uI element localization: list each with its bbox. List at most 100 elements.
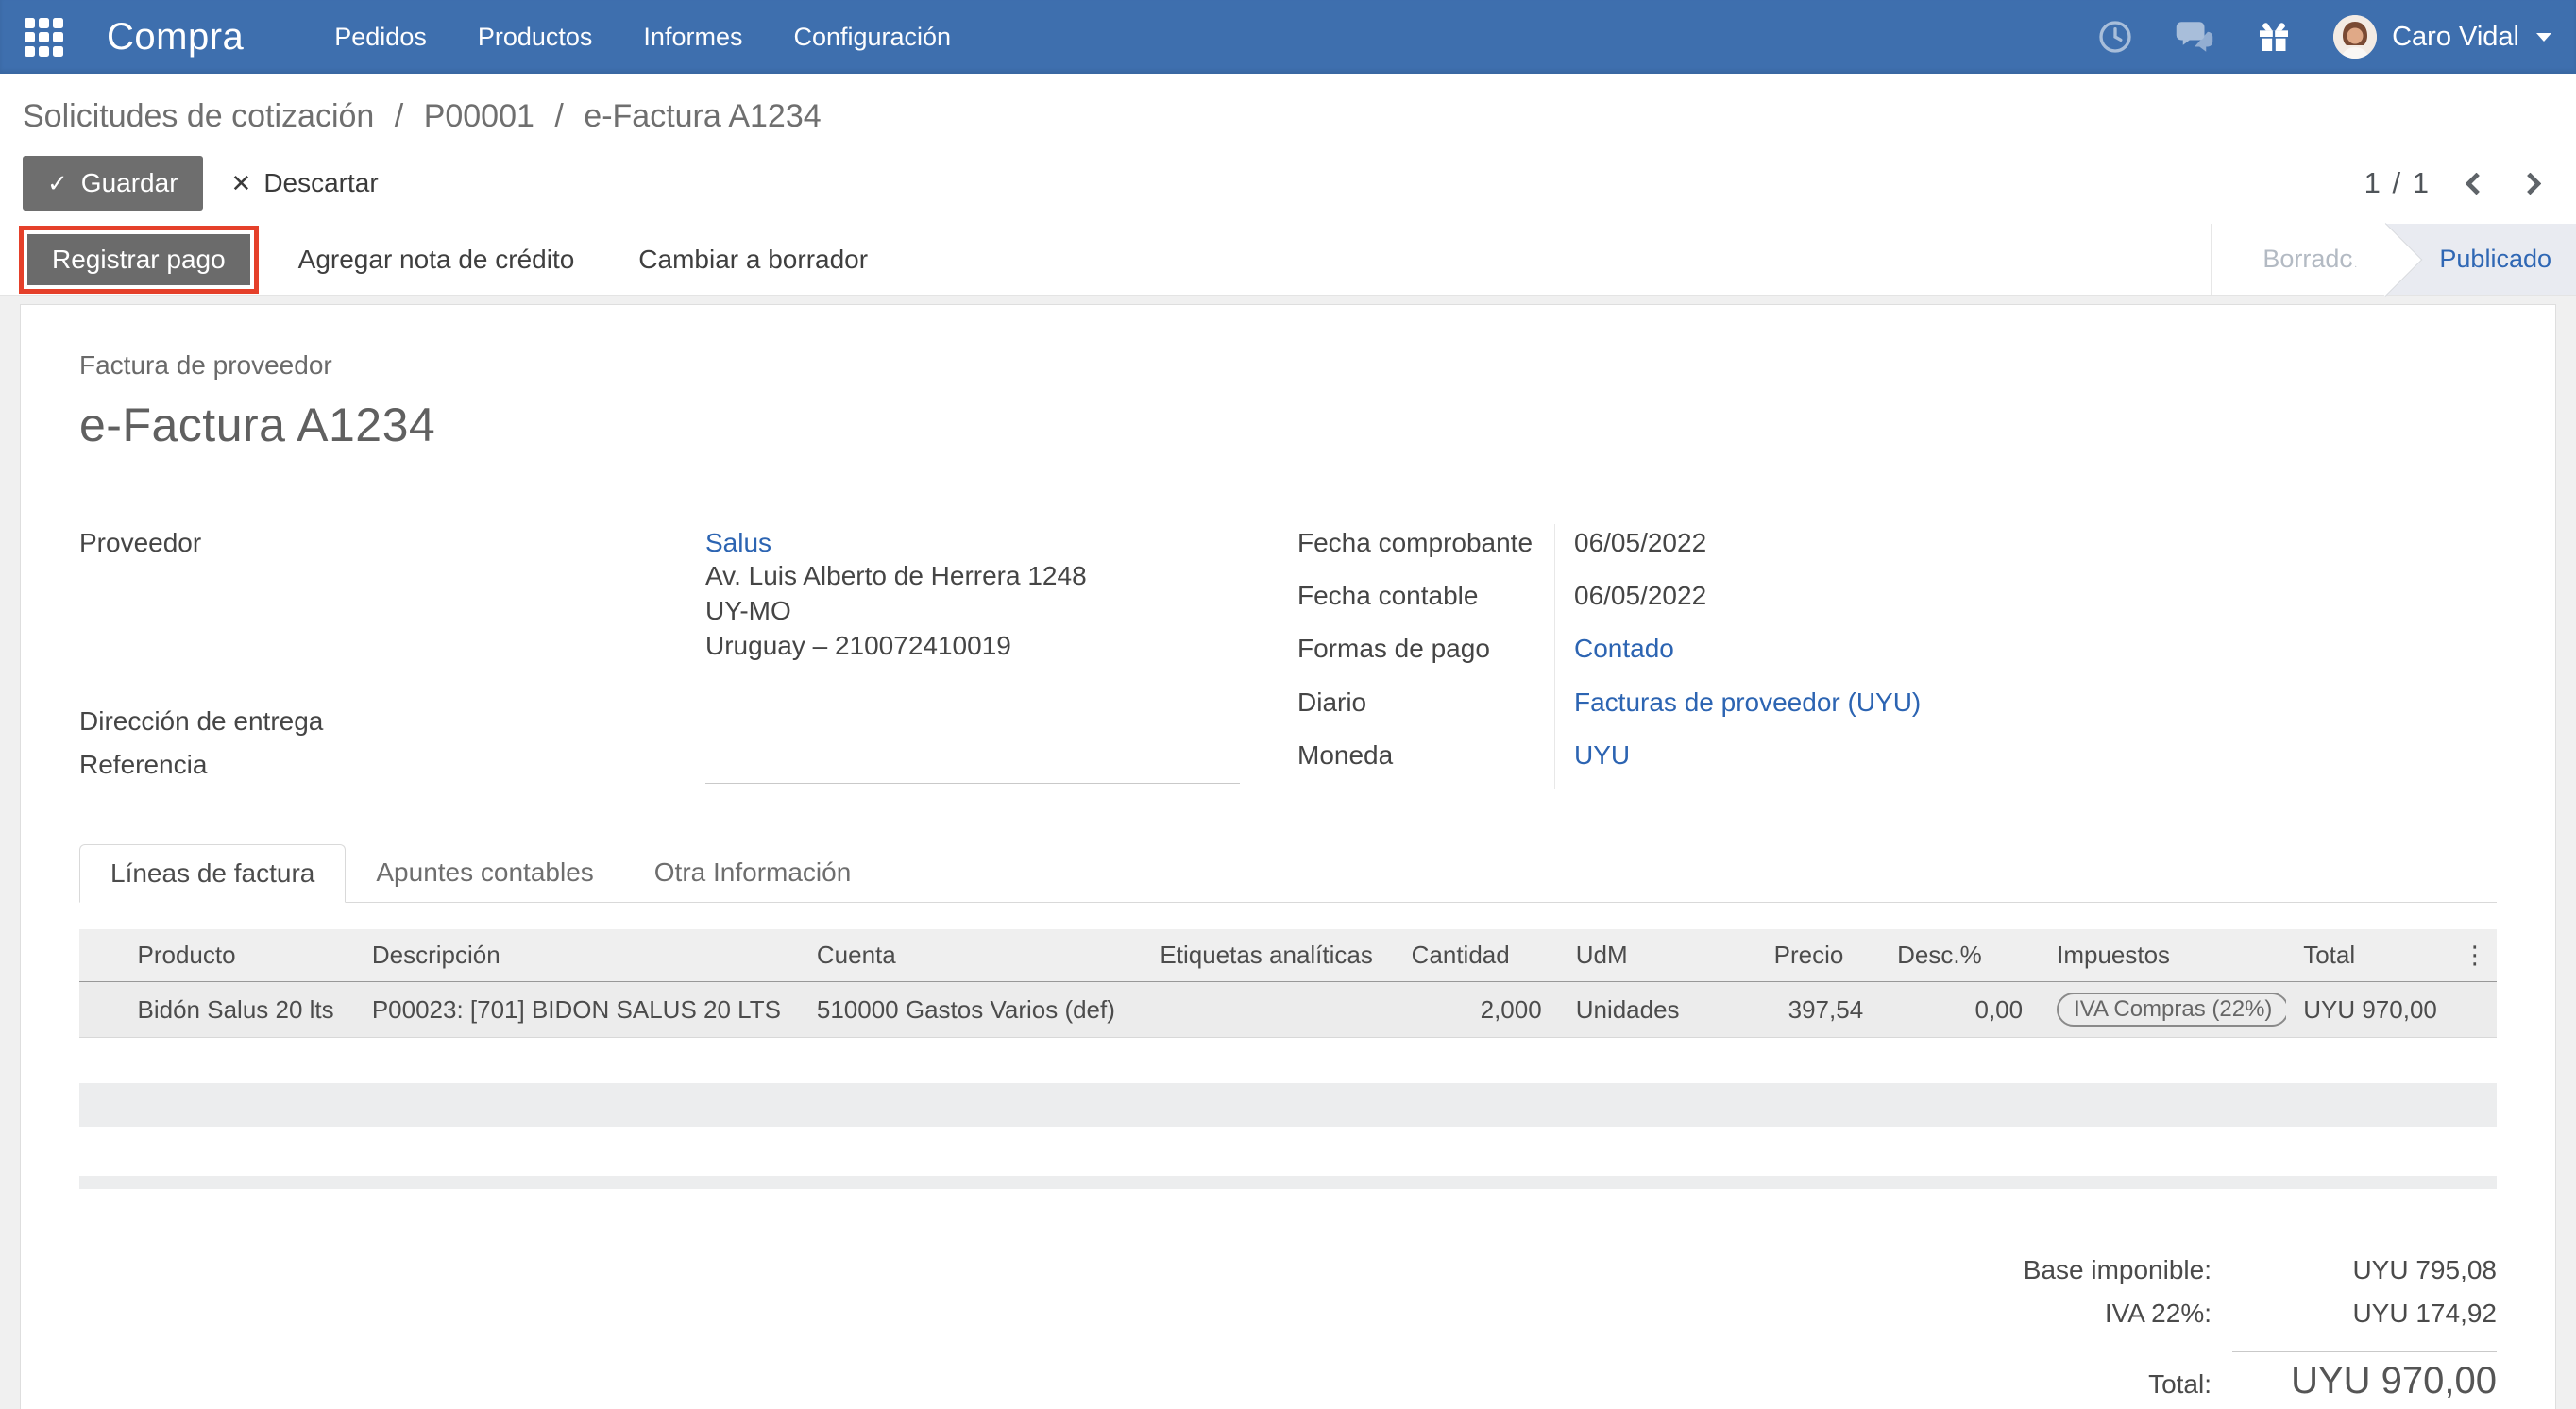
user-menu[interactable]: Caro Vidal (2333, 15, 2551, 59)
field-label-proveedor: Proveedor (79, 524, 686, 703)
col-etiquetas-analiticas: Etiquetas analíticas (1143, 929, 1394, 982)
save-button[interactable]: ✓ Guardar (23, 156, 203, 211)
chat-icon[interactable] (2175, 17, 2214, 57)
chevron-down-icon (2536, 33, 2551, 42)
pager-next-icon[interactable] (2518, 172, 2541, 195)
discard-button[interactable]: ✕ Descartar (231, 168, 379, 198)
field-value-referencia (686, 746, 1297, 789)
tab-apuntes-contables[interactable]: Apuntes contables (346, 844, 623, 902)
register-payment-button[interactable]: Registrar pago (27, 234, 250, 285)
row-handle-cell[interactable] (79, 982, 121, 1038)
col-precio: Precio (1757, 929, 1881, 982)
close-icon: ✕ (231, 169, 252, 198)
payment-terms-link[interactable]: Contado (1574, 634, 1674, 663)
cell-total: UYU 970,00 (2286, 982, 2453, 1038)
total-row-base-imponible: Base imponible: UYU 795,08 (2024, 1255, 2497, 1299)
field-label-formas-de-pago: Formas de pago (1297, 630, 1554, 683)
partner-address-line: Uruguay – 210072410019 (705, 628, 1297, 663)
field-group-left: Proveedor Salus Av. Luis Alberto de Herr… (79, 524, 1297, 789)
notebook-tabs: Líneas de factura Apuntes contables Otra… (79, 844, 2497, 903)
clock-icon[interactable] (2095, 17, 2135, 57)
field-groups: Proveedor Salus Av. Luis Alberto de Herr… (79, 524, 2497, 789)
form-view: Factura de proveedor e-Factura A1234 Pro… (0, 296, 2576, 1409)
form-sheet: Factura de proveedor e-Factura A1234 Pro… (20, 304, 2556, 1409)
menu-item-configuracion[interactable]: Configuración (793, 23, 951, 52)
total-row-total: Total: UYU 970,00 (2148, 1360, 2497, 1403)
partner-address-line: UY-MO (705, 593, 1297, 628)
row-handle-header (79, 929, 121, 982)
field-value-formas-de-pago: Contado (1554, 630, 2497, 683)
field-group-right: Fecha comprobante 06/05/2022 Fecha conta… (1297, 524, 2497, 789)
empty-row-stripe (79, 1083, 2497, 1127)
table-header-row: Producto Descripción Cuenta Etiquetas an… (79, 929, 2497, 982)
field-value-moneda: UYU (1554, 737, 2497, 789)
referencia-input[interactable] (705, 750, 1240, 784)
journal-link[interactable]: Facturas de proveedor (UYU) (1574, 688, 1921, 717)
tab-otra-informacion[interactable]: Otra Información (624, 844, 882, 902)
breadcrumb-order[interactable]: P00001 (424, 98, 534, 134)
cell-producto[interactable]: Bidón Salus 20 lts (121, 982, 355, 1038)
control-panel-actions: ✓ Guardar ✕ Descartar 1 / 1 (23, 156, 2553, 211)
apps-grid-icon[interactable] (25, 18, 63, 57)
cell-cuenta[interactable]: 510000 Gastos Varios (def) (800, 982, 1144, 1038)
field-value-proveedor: Salus Av. Luis Alberto de Herrera 1248 U… (686, 524, 1297, 703)
menu-item-productos[interactable]: Productos (478, 23, 593, 52)
breadcrumb-current: e-Factura A1234 (584, 98, 821, 134)
col-udm: UdM (1559, 929, 1757, 982)
field-label-fecha-comprobante: Fecha comprobante (1297, 524, 1554, 577)
partner-link[interactable]: Salus (705, 528, 771, 557)
app-brand[interactable]: Compra (107, 16, 244, 59)
add-credit-note-button[interactable]: Agregar nota de crédito (274, 234, 600, 285)
statusbar: Registrar pago Agregar nota de crédito C… (0, 224, 2576, 296)
gift-icon[interactable] (2254, 17, 2294, 57)
field-value-direccion-entrega[interactable] (686, 703, 1297, 746)
reset-to-draft-button[interactable]: Cambiar a borrador (614, 234, 892, 285)
tab-lineas-de-factura[interactable]: Líneas de factura (79, 844, 346, 903)
menu-item-pedidos[interactable]: Pedidos (334, 23, 427, 52)
table-row[interactable]: Bidón Salus 20 lts P00023: [701] BIDON S… (79, 982, 2497, 1038)
cell-etiquetas[interactable] (1143, 982, 1394, 1038)
field-label-fecha-contable: Fecha contable (1297, 577, 1554, 630)
user-name: Caro Vidal (2392, 22, 2519, 53)
app-window: Compra Pedidos Productos Informes Config… (0, 0, 2576, 1409)
cell-cantidad[interactable]: 2,000 (1395, 982, 1559, 1038)
cell-precio[interactable]: 397,54 (1757, 982, 1881, 1038)
avatar (2333, 15, 2377, 59)
annotation-highlight-box: Registrar pago (19, 226, 259, 294)
col-cantidad: Cantidad (1395, 929, 1559, 982)
col-desc: Desc.% (1880, 929, 2040, 982)
totals-block: Base imponible: UYU 795,08 IVA 22%: UYU … (79, 1255, 2497, 1409)
pager: 1 / 1 (2364, 166, 2553, 200)
invoice-lines-table: Producto Descripción Cuenta Etiquetas an… (79, 929, 2497, 1038)
breadcrumb: Solicitudes de cotización / P00001 / e-F… (23, 98, 2553, 135)
breadcrumb-solicitudes[interactable]: Solicitudes de cotización (23, 98, 374, 134)
col-cuenta: Cuenta (800, 929, 1144, 982)
field-value-fecha-contable[interactable]: 06/05/2022 (1554, 577, 2497, 630)
document-title[interactable]: e-Factura A1234 (79, 398, 2497, 452)
navbar-right: Caro Vidal (2095, 15, 2551, 59)
check-icon: ✓ (47, 169, 68, 198)
tax-badge[interactable]: IVA Compras (22%) (2057, 993, 2286, 1027)
col-total: Total (2286, 929, 2453, 982)
pager-previous-icon[interactable] (2465, 172, 2487, 195)
pager-count: 1 / 1 (2364, 166, 2431, 200)
currency-link[interactable]: UYU (1574, 740, 1630, 770)
field-value-diario: Facturas de proveedor (UYU) (1554, 684, 2497, 737)
total-row-iva: IVA 22%: UYU 174,92 (2105, 1299, 2497, 1342)
field-label-referencia: Referencia (79, 746, 686, 789)
cell-descripcion[interactable]: P00023: [701] BIDON SALUS 20 LTS (355, 982, 800, 1038)
menu-item-informes[interactable]: Informes (643, 23, 742, 52)
document-type-label: Factura de proveedor (79, 350, 2497, 381)
main-menu: Pedidos Productos Informes Configuración (334, 23, 951, 52)
field-label-moneda: Moneda (1297, 737, 1554, 789)
field-label-diario: Diario (1297, 684, 1554, 737)
field-value-fecha-comprobante[interactable]: 06/05/2022 (1554, 524, 2497, 577)
cell-udm[interactable]: Unidades (1559, 982, 1757, 1038)
optional-columns-toggle-icon[interactable]: ⋮ (2453, 929, 2497, 982)
col-impuestos: Impuestos (2040, 929, 2286, 982)
cell-desc[interactable]: 0,00 (1880, 982, 2040, 1038)
col-descripcion: Descripción (355, 929, 800, 982)
cell-trailing (2453, 982, 2497, 1038)
empty-row-stripe (79, 1176, 2497, 1189)
state-pipeline: Borrador Publicado (2211, 224, 2576, 295)
